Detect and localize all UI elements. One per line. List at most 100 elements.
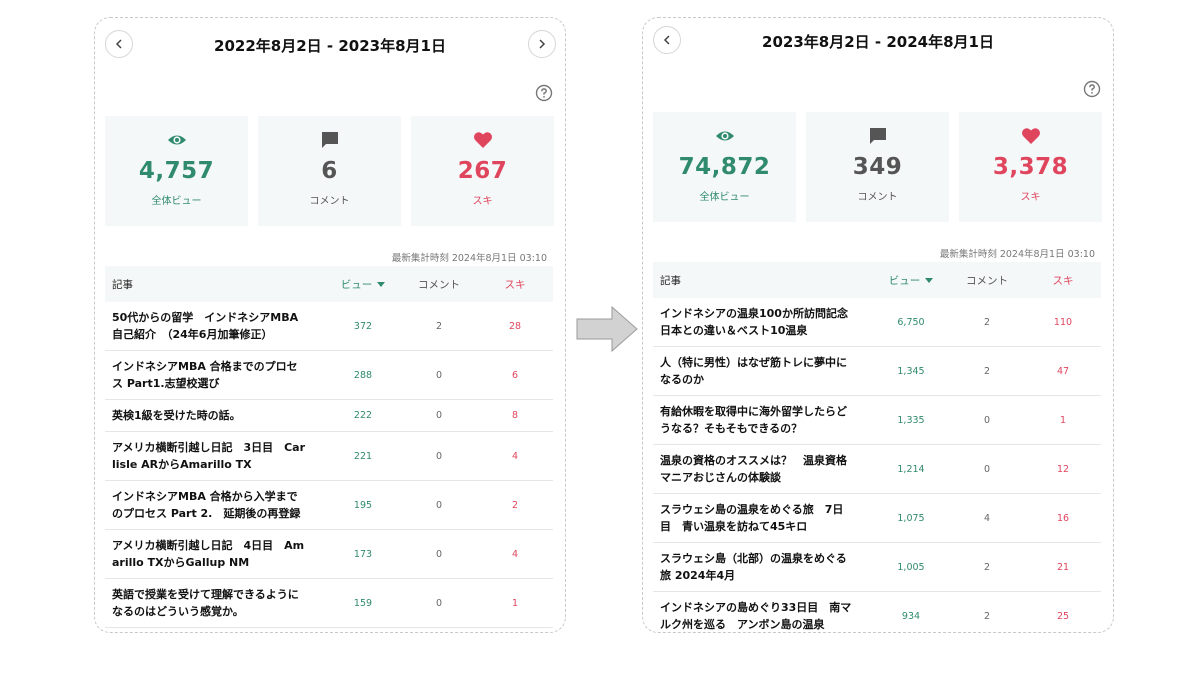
summary-stats: 4,757 全体ビュー 6 コメント 267 スキ	[105, 116, 554, 226]
article-comments: 2	[983, 316, 991, 328]
article-views: 1,005	[897, 561, 925, 573]
sort-down-icon	[377, 282, 386, 287]
article-title[interactable]: インドネシアMBA 合格までのプロセス Part1.志望校選び	[105, 358, 325, 392]
summary-stats: 74,872 全体ビュー 349 コメント 3,378 スキ	[653, 112, 1102, 222]
table-row[interactable]: インドネシアMBA 合格から入学まで のプロセス Part 2. 延期後の再登録 …	[105, 481, 553, 530]
article-title[interactable]: 有給休暇を取得中に海外留学したらど うなる？そもそもできるの？	[653, 403, 873, 437]
table-header: 記事 ビュー コメント スキ	[105, 266, 553, 302]
speech-bubble-icon	[869, 128, 886, 144]
chevron-right-icon	[539, 39, 546, 49]
eye-icon	[715, 131, 734, 141]
help-circle-icon[interactable]	[535, 84, 553, 102]
article-title[interactable]: インドネシアMBA 合格から入学まで のプロセス Part 2. 延期後の再登録	[105, 488, 325, 522]
article-comments: 0	[435, 499, 443, 511]
article-title[interactable]: 英検1級を受けた時の話。	[105, 407, 325, 424]
article-comments: 2	[983, 561, 991, 573]
stats-panel-right: 2023年8月2日 - 2024年8月1日 74,872 全体ビュー 349 コ…	[642, 17, 1114, 633]
articles-table: 記事 ビュー コメント スキ インドネシアの温泉100か所訪問記念 日本との違い＆…	[653, 262, 1101, 632]
header-article: 記事	[112, 278, 133, 291]
article-likes: 8	[511, 410, 519, 421]
article-title[interactable]: 人（特に男性）はなぜ筋トレに夢中に なるのか	[653, 354, 873, 388]
table-row[interactable]: インドネシアの温泉100か所訪問記念 日本との違い＆ベスト10温泉 6,750 2…	[653, 298, 1101, 347]
right-arrow-icon	[576, 306, 638, 352]
header-article: 記事	[660, 274, 681, 287]
table-row[interactable]: 50代からの留学 インドネシアMBA 自己紹介 （24年6月加筆修正） 372 2…	[105, 302, 553, 351]
article-views: 222	[353, 410, 373, 421]
views-card: 4,757 全体ビュー	[105, 116, 248, 226]
article-views: 372	[353, 320, 373, 332]
article-title[interactable]: 50代からの留学 インドネシアMBA 自己紹介 （24年6月加筆修正）	[105, 309, 325, 343]
article-title[interactable]: スラウェシ島の温泉をめぐる旅 7日目 青い温泉を訪ねて45キロ	[653, 501, 873, 535]
eye-icon	[167, 135, 186, 145]
total-comments-value: 6	[321, 158, 338, 184]
heart-icon	[473, 132, 492, 148]
table-row[interactable]: 温泉の資格のオススメは？ 温泉資格 マニアおじさんの体験談 1,214 0 12	[653, 445, 1101, 494]
header-views-sort[interactable]: ビュー	[873, 273, 949, 288]
article-likes: 110	[1053, 316, 1073, 328]
article-likes: 16	[1056, 512, 1070, 524]
last-updated-text: 最新集計時刻 2024年8月1日 03:10	[391, 253, 547, 264]
article-views: 1,345	[897, 365, 925, 377]
total-views-label: 全体ビュー	[151, 196, 202, 207]
article-views: 195	[353, 499, 373, 511]
article-likes: 47	[1056, 365, 1070, 377]
table-row[interactable]: 有給休暇を取得中に海外留学したらど うなる？そもそもできるの？ 1,335 0 1	[653, 396, 1101, 445]
header-comments[interactable]: コメント	[401, 277, 477, 292]
article-title[interactable]: アメリカ横断引越し日記 4日目 Am arillo TXからGallup NM	[105, 537, 325, 571]
header-views-sort[interactable]: ビュー	[325, 277, 401, 292]
header-views-label: ビュー	[340, 278, 373, 291]
comments-card: 349 コメント	[806, 112, 949, 222]
header-likes[interactable]: スキ	[477, 277, 553, 292]
article-views: 173	[353, 548, 373, 560]
table-row[interactable]: アメリカ横断引越し日記 3日目 Car lisle ARからAmarillo TX…	[105, 432, 553, 481]
table-row[interactable]: インドネシアの島めぐり33日目 南マ ルク州を巡る アンボン島の温泉 934 2 …	[653, 592, 1101, 632]
article-title[interactable]: アメリカ横断引越し日記 3日目 Car lisle ARからAmarillo TX	[105, 439, 325, 473]
table-row[interactable]: インドネシアMBA 合格までのプロセス Part1.志望校選び 288 0 6	[105, 351, 553, 400]
table-row[interactable]: アメリカ横断引越し日記 4日目 Am arillo TXからGallup NM 1…	[105, 530, 553, 579]
article-comments: 0	[435, 597, 443, 609]
article-comments: 0	[983, 414, 991, 426]
table-row[interactable]: 英語で授業を受けて理解できるように なるのはどういう感覚か。 159 0 1	[105, 579, 553, 628]
article-title[interactable]: 温泉の資格のオススメは？ 温泉資格 マニアおじさんの体験談	[653, 452, 873, 486]
period-title: 2023年8月2日 - 2024年8月1日	[762, 33, 994, 51]
article-likes: 1	[1059, 414, 1067, 426]
total-likes-label: スキ	[1020, 192, 1041, 203]
article-comments: 0	[435, 450, 443, 462]
article-title[interactable]: 英語で授業を受けて理解できるように なるのはどういう感覚か。	[105, 586, 325, 620]
article-views: 1,335	[897, 414, 925, 426]
last-updated-text: 最新集計時刻 2024年8月1日 03:10	[939, 249, 1095, 260]
article-title[interactable]: インドネシアの温泉100か所訪問記念 日本との違い＆ベスト10温泉	[653, 305, 873, 339]
article-comments: 2	[435, 320, 443, 332]
article-likes: 25	[1056, 610, 1070, 622]
article-views: 1,214	[897, 463, 925, 475]
heart-icon	[1021, 128, 1040, 144]
help-circle-icon[interactable]	[1083, 80, 1101, 98]
article-comments: 0	[983, 463, 991, 475]
next-period-button[interactable]	[528, 30, 556, 58]
table-row[interactable]: 人（特に男性）はなぜ筋トレに夢中に なるのか 1,345 2 47	[653, 347, 1101, 396]
total-likes-value: 267	[457, 158, 508, 184]
total-comments-value: 349	[852, 154, 903, 180]
article-comments: 2	[983, 610, 991, 622]
table-row[interactable]: スラウェシ島の温泉をめぐる旅 7日目 青い温泉を訪ねて45キロ 1,075 4 …	[653, 494, 1101, 543]
table-header: 記事 ビュー コメント スキ	[653, 262, 1101, 298]
table-row[interactable]: スラウェシ島（北部）の温泉をめぐる旅 2024年4月 1,005 2 21	[653, 543, 1101, 592]
article-likes: 28	[508, 320, 522, 332]
article-likes: 4	[511, 548, 519, 560]
article-title[interactable]: スラウェシ島（北部）の温泉をめぐる旅 2024年4月	[653, 550, 873, 584]
article-likes: 4	[511, 450, 519, 462]
stats-panel-left: 2022年8月2日 - 2023年8月1日 4,757 全体ビュー 6 コメント	[94, 17, 566, 633]
header-likes[interactable]: スキ	[1025, 273, 1101, 288]
article-views: 221	[353, 450, 373, 462]
total-comments-label: コメント	[309, 196, 350, 207]
article-comments: 0	[435, 369, 443, 381]
total-likes-value: 3,378	[992, 154, 1069, 180]
total-views-value: 4,757	[138, 158, 215, 184]
article-comments: 0	[435, 410, 443, 421]
article-title[interactable]: インドネシアの島めぐり33日目 南マ ルク州を巡る アンボン島の温泉	[653, 599, 873, 632]
total-views-label: 全体ビュー	[699, 192, 750, 203]
table-row[interactable]: 英検1級を受けた時の話。 222 0 8	[105, 400, 553, 432]
article-likes: 2	[511, 499, 519, 511]
header-comments[interactable]: コメント	[949, 273, 1025, 288]
article-views: 934	[901, 610, 921, 622]
